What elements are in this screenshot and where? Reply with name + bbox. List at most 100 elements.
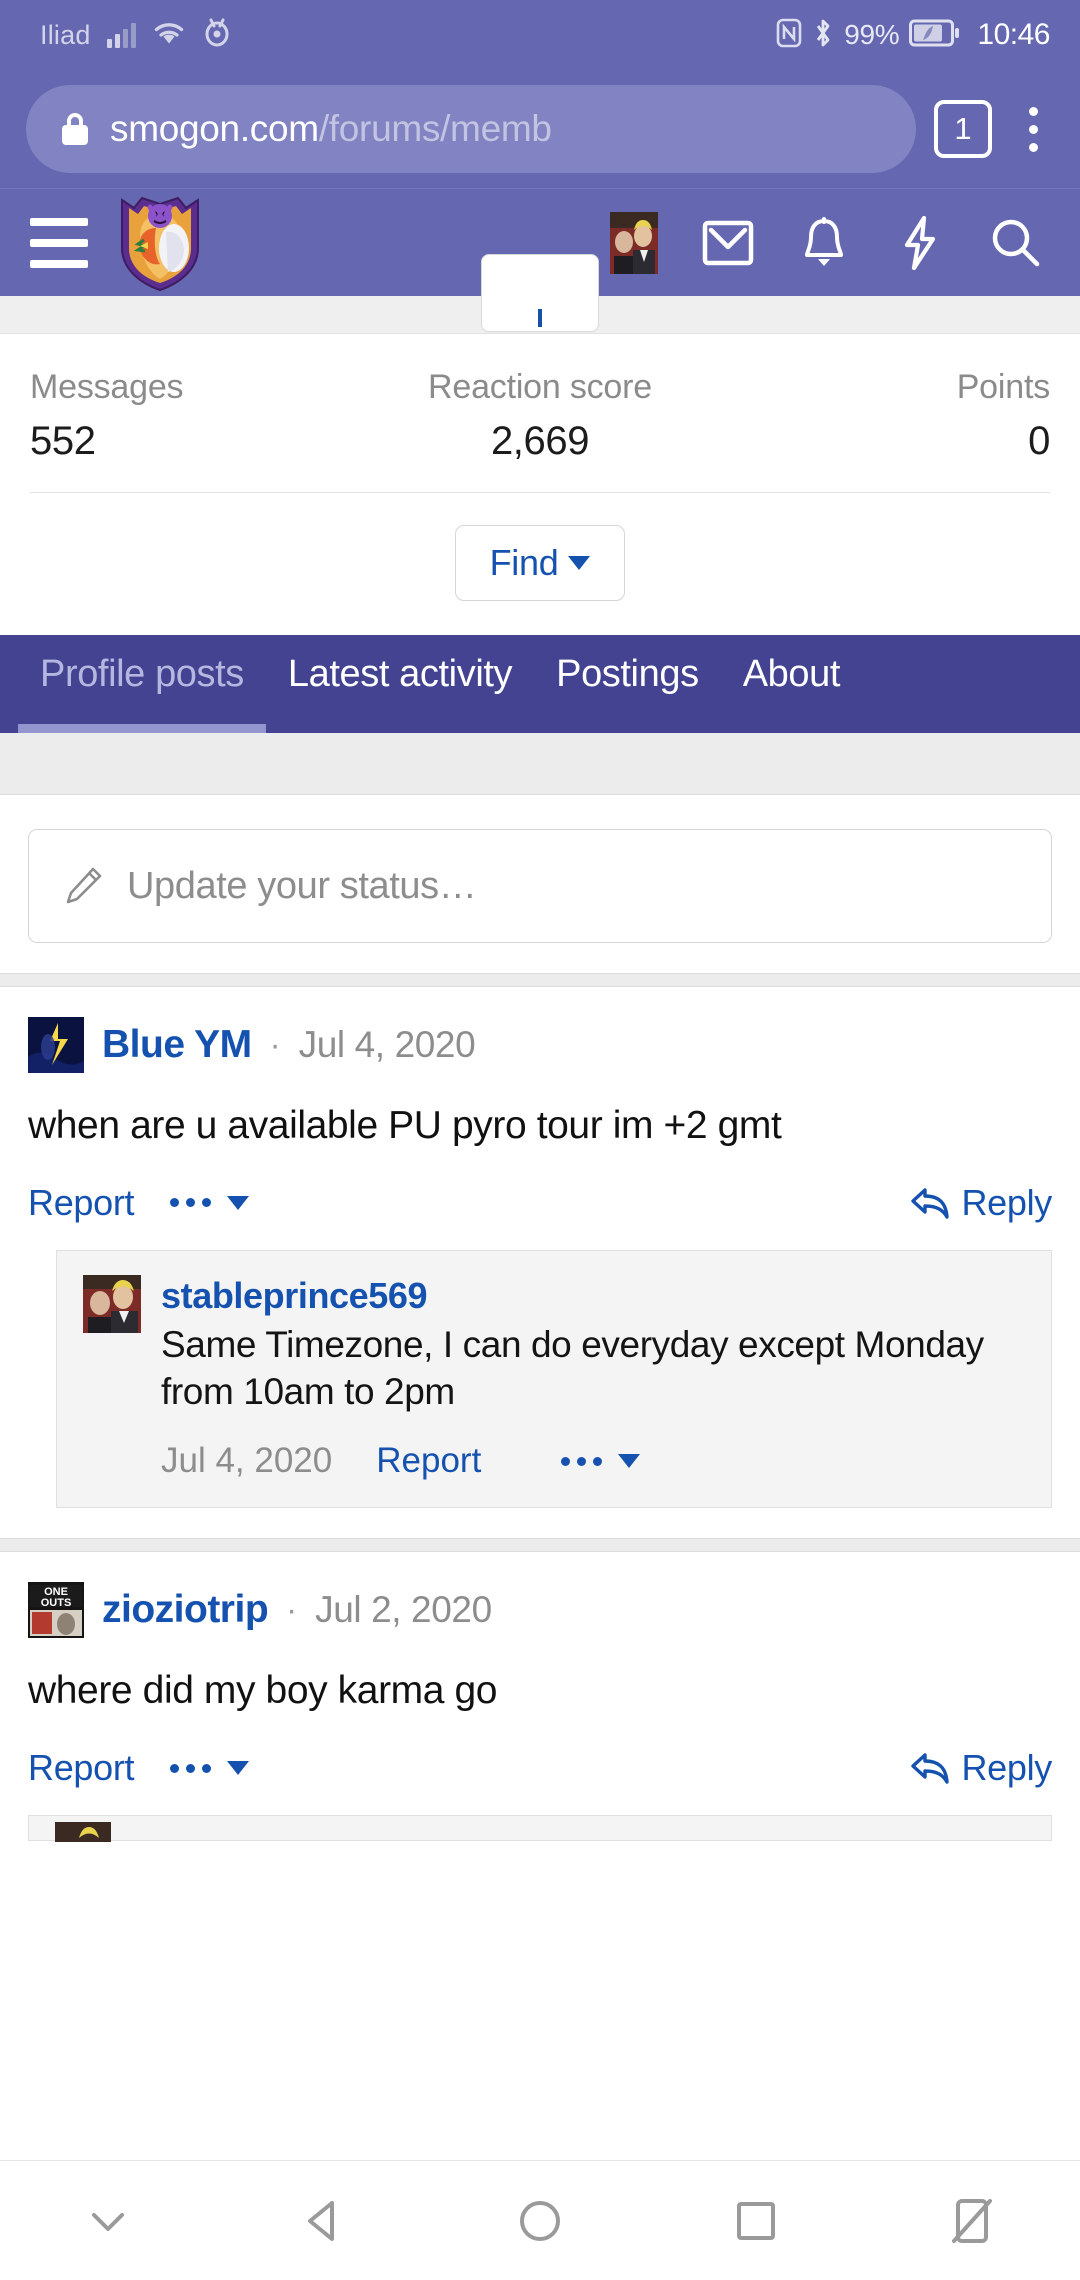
battery-icon xyxy=(909,17,961,54)
reply-meta: Jul 4, 2020 Report xyxy=(161,1441,1025,1481)
lightning-bolt-icon[interactable] xyxy=(894,215,946,270)
url-text: smogon.com/forums/memb xyxy=(110,108,552,150)
url-host: smogon.com xyxy=(110,108,319,149)
more-options-icon[interactable] xyxy=(561,1454,641,1469)
reply-text: Same Timezone, I can do everyday except … xyxy=(161,1323,984,1413)
chevron-down-icon xyxy=(568,556,591,570)
status-input[interactable]: Update your status… xyxy=(28,829,1052,943)
hamburger-menu-icon[interactable] xyxy=(22,217,92,268)
stat-value: 2,669 xyxy=(490,419,590,463)
stat-value: 0 xyxy=(1028,419,1050,463)
tab-label: Profile posts xyxy=(40,652,244,695)
browser-menu-button[interactable] xyxy=(1010,106,1056,152)
carrier-label: Iliad xyxy=(40,19,91,50)
clipped-avatar xyxy=(55,1822,111,1843)
stat-label: Reaction score xyxy=(428,368,652,406)
post-header: ONE OUTS zioziotrip · Jul 2, 2020 xyxy=(28,1582,1052,1639)
home-icon[interactable] xyxy=(480,2161,600,2280)
wifi-icon xyxy=(152,19,186,52)
status-update-section: Update your status… xyxy=(0,795,1080,973)
clipped-profile-button[interactable] xyxy=(481,254,599,332)
tab-profile-posts[interactable]: Profile posts xyxy=(18,635,266,733)
clock-label: 10:46 xyxy=(977,18,1050,51)
report-link[interactable]: Report xyxy=(28,1182,135,1224)
tab-switcher-button[interactable]: 1 xyxy=(934,100,992,158)
bell-icon[interactable] xyxy=(798,216,850,269)
rotate-screen-icon[interactable] xyxy=(912,2161,1032,2280)
tab-postings[interactable]: Postings xyxy=(534,635,721,733)
pencil-icon xyxy=(63,866,103,906)
clipped-button-row xyxy=(0,254,1080,334)
back-icon[interactable] xyxy=(264,2161,384,2280)
recents-icon[interactable] xyxy=(696,2161,816,2280)
nfc-icon xyxy=(776,17,802,54)
post-actions: Report Reply xyxy=(28,1182,1052,1224)
tab-label: Latest activity xyxy=(287,652,513,695)
find-button-label: Find xyxy=(489,542,559,583)
android-status-bar: Iliad 99% 10:46 xyxy=(0,0,1080,70)
tab-about[interactable]: About xyxy=(721,635,862,733)
reply-date: Jul 4, 2020 xyxy=(161,1441,333,1481)
post-separator xyxy=(0,1538,1080,1553)
profile-post: Blue YM · Jul 4, 2020 when are u availab… xyxy=(0,987,1080,1509)
post-separator-dot: · xyxy=(286,1591,298,1629)
lock-icon xyxy=(62,113,88,145)
post-reply: stableprince569 Same Timezone, I can do … xyxy=(56,1249,1052,1509)
phone-screen: Iliad 99% 10:46 smogon.com/forums/memb 1… xyxy=(0,0,1080,2280)
find-button[interactable]: Find xyxy=(454,525,626,601)
report-link[interactable]: Report xyxy=(28,1747,135,1789)
status-placeholder: Update your status… xyxy=(127,864,477,907)
more-options-icon[interactable] xyxy=(170,1761,250,1776)
search-icon[interactable] xyxy=(990,217,1042,269)
post-author-link[interactable]: zioziotrip xyxy=(102,1588,269,1632)
post-author-link[interactable]: Blue YM xyxy=(102,1023,252,1067)
reply-label: Reply xyxy=(961,1181,1052,1223)
stat-points: Points 0 xyxy=(710,368,1051,464)
more-options-icon[interactable] xyxy=(170,1195,250,1210)
post-body: where did my boy karma go xyxy=(28,1669,498,1713)
tab-label: About xyxy=(742,652,841,695)
reply-button[interactable]: Reply xyxy=(909,1182,1052,1224)
user-avatar[interactable] xyxy=(610,211,658,274)
section-spacer xyxy=(0,733,1080,795)
post-avatar[interactable]: ONE OUTS xyxy=(28,1582,84,1639)
svg-text:OUTS: OUTS xyxy=(41,1597,72,1609)
post-actions: Report Reply xyxy=(28,1747,1052,1789)
signal-icon xyxy=(106,22,136,48)
post-body: when are u available PU pyro tour im +2 … xyxy=(28,1104,782,1147)
profile-post: ONE OUTS zioziotrip · Jul 2, 2020 where … xyxy=(0,1552,1080,1790)
post-separator xyxy=(0,973,1080,987)
post-separator-dot: · xyxy=(269,1026,281,1063)
reply-button[interactable]: Reply xyxy=(909,1747,1052,1789)
post-header: Blue YM · Jul 4, 2020 xyxy=(28,1017,1052,1073)
stat-label: Points xyxy=(956,368,1050,406)
envelope-icon[interactable] xyxy=(702,217,754,269)
page-content: Messages 552 Reaction score 2,669 Points… xyxy=(0,254,1080,1843)
find-row: Find xyxy=(0,493,1080,635)
profile-stats: Messages 552 Reaction score 2,669 Points… xyxy=(0,334,1080,464)
clipped-reply-box xyxy=(28,1815,1052,1843)
reply-arrow-icon xyxy=(911,1187,950,1219)
stat-label: Messages xyxy=(30,368,184,406)
tab-latest-activity[interactable]: Latest activity xyxy=(266,635,534,733)
hide-keyboard-icon[interactable] xyxy=(48,2161,168,2280)
reply-avatar[interactable] xyxy=(83,1274,141,1333)
post-date: Jul 4, 2020 xyxy=(298,1024,476,1065)
smogon-shield-logo[interactable] xyxy=(114,194,206,292)
stat-reaction-score: Reaction score 2,669 xyxy=(370,368,710,464)
reply-arrow-icon xyxy=(911,1753,950,1784)
eye-care-icon xyxy=(202,17,232,54)
post-avatar[interactable] xyxy=(28,1017,84,1073)
reply-author-link[interactable]: stableprince569 xyxy=(161,1275,1025,1317)
stat-messages: Messages 552 xyxy=(30,368,370,464)
stat-value: 552 xyxy=(30,419,96,463)
tab-count-label: 1 xyxy=(954,111,972,146)
reply-label: Reply xyxy=(961,1747,1052,1789)
browser-toolbar: smogon.com/forums/memb 1 xyxy=(0,70,1080,188)
battery-percent-label: 99% xyxy=(844,19,900,50)
tab-label: Postings xyxy=(556,652,699,695)
address-bar[interactable]: smogon.com/forums/memb xyxy=(26,85,916,173)
bluetooth-icon xyxy=(812,17,834,54)
android-nav-bar xyxy=(0,2160,1080,2280)
reply-report-link[interactable]: Report xyxy=(376,1441,481,1481)
